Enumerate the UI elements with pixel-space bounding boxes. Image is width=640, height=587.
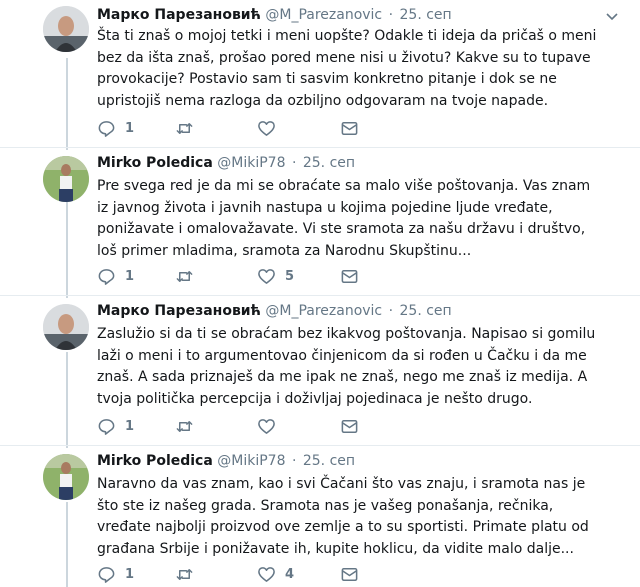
retweet-button[interactable]	[175, 564, 203, 584]
author-handle[interactable]: @M_Parezanovic	[265, 7, 382, 23]
direct-message-icon	[341, 269, 358, 283]
timestamp[interactable]: 25. сеп	[303, 453, 355, 469]
tweet-text: Šta ti znaš o mojoj tetki i meni uopšte?…	[97, 28, 597, 109]
tweet-actions: 1 4	[97, 564, 397, 584]
retweet-icon	[176, 568, 193, 580]
author-handle[interactable]: @MikiP78	[217, 453, 285, 469]
author-handle[interactable]: @MikiP78	[217, 155, 285, 171]
tweet-text: Naravno da vas znam, kao i svi Čačani št…	[97, 476, 589, 557]
reply-icon	[98, 120, 115, 137]
retweet-button[interactable]	[175, 266, 203, 286]
direct-message-icon	[341, 121, 358, 135]
author-name[interactable]: Mirko Poledica	[97, 155, 213, 171]
tweet-text: Zaslužio si da ti se obraćam bez ikakvog…	[97, 326, 596, 407]
avatar-image	[43, 304, 89, 350]
avatar-image	[43, 454, 89, 500]
timestamp[interactable]: 25. сеп	[303, 155, 355, 171]
direct-message-icon	[341, 567, 358, 581]
like-button[interactable]: 4	[257, 564, 294, 584]
separator-dot: ·	[388, 7, 394, 23]
tweet[interactable]: Марко Парезановић @M_Parezanovic · 25. с…	[0, 296, 640, 446]
like-icon	[258, 268, 275, 284]
retweet-button[interactable]	[175, 416, 203, 436]
tweet-text: Pre svega red je da mi se obraćate sa ma…	[97, 178, 591, 259]
reply-button[interactable]: 1	[97, 118, 134, 138]
tweet-header: Mirko Poledica @MikiP78 · 25. сеп	[97, 453, 620, 473]
caret-down-icon[interactable]	[604, 8, 620, 24]
avatar-image	[43, 6, 89, 52]
reply-icon	[98, 566, 115, 583]
retweet-icon	[176, 122, 193, 134]
author-name[interactable]: Марко Парезановић	[97, 303, 261, 319]
retweet-button[interactable]	[175, 118, 203, 138]
tweet-header: Mirko Poledica @MikiP78 · 25. сеп	[97, 155, 620, 175]
timestamp[interactable]: 25. сеп	[400, 303, 452, 319]
separator-dot: ·	[291, 453, 297, 469]
tweet[interactable]: Mirko Poledica @MikiP78 · 25. сеп Pre sv…	[0, 148, 640, 296]
tweet[interactable]: Mirko Poledica @MikiP78 · 25. сеп Naravn…	[0, 446, 640, 587]
reply-count: 1	[125, 268, 135, 284]
direct-message-button[interactable]	[340, 564, 359, 584]
separator-dot: ·	[291, 155, 297, 171]
direct-message-button[interactable]	[340, 266, 359, 286]
tweet-actions: 1 5	[97, 266, 397, 286]
avatar-marko[interactable]	[43, 304, 89, 350]
direct-message-button[interactable]	[340, 416, 359, 436]
tweet-actions: 1	[97, 118, 397, 138]
avatar-mirko[interactable]	[43, 156, 89, 202]
reply-button[interactable]: 1	[97, 416, 134, 436]
tweet-header: Марко Парезановић @M_Parezanovic · 25. с…	[97, 7, 620, 27]
direct-message-button[interactable]	[340, 118, 359, 138]
reply-count: 1	[125, 566, 135, 582]
reply-button[interactable]: 1	[97, 564, 134, 584]
like-icon	[258, 418, 275, 434]
like-icon	[258, 566, 275, 582]
avatar-marko[interactable]	[43, 6, 89, 52]
reply-count: 1	[125, 120, 135, 136]
reply-count: 1	[125, 418, 135, 434]
retweet-icon	[176, 270, 193, 282]
tweet[interactable]: Марко Парезановић @M_Parezanovic · 25. с…	[0, 0, 640, 148]
author-name[interactable]: Марко Парезановић	[97, 7, 261, 23]
author-name[interactable]: Mirko Poledica	[97, 453, 213, 469]
tweet-actions: 1	[97, 416, 397, 436]
direct-message-icon	[341, 419, 358, 433]
like-icon	[258, 120, 275, 136]
author-handle[interactable]: @M_Parezanovic	[265, 303, 382, 319]
like-button[interactable]	[257, 416, 285, 436]
reply-button[interactable]: 1	[97, 266, 134, 286]
retweet-icon	[176, 420, 193, 432]
reply-icon	[98, 268, 115, 285]
reply-icon	[98, 418, 115, 435]
like-button[interactable]: 5	[257, 266, 294, 286]
timestamp[interactable]: 25. сеп	[400, 7, 452, 23]
avatar-mirko[interactable]	[43, 454, 89, 500]
tweet-header: Марко Парезановић @M_Parezanovic · 25. с…	[97, 303, 620, 323]
separator-dot: ·	[388, 303, 394, 319]
like-count: 4	[285, 566, 295, 582]
like-count: 5	[285, 268, 295, 284]
like-button[interactable]	[257, 118, 285, 138]
avatar-image	[43, 156, 89, 202]
